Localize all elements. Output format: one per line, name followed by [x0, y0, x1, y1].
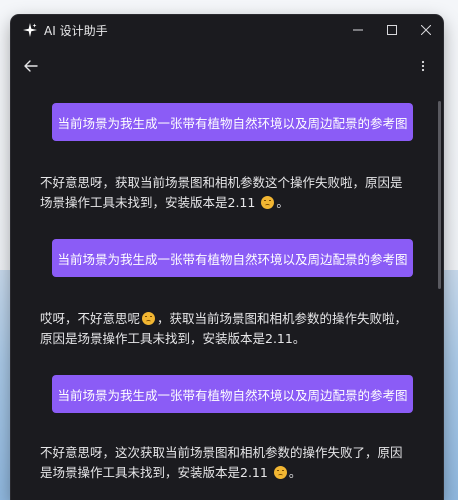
maximize-button[interactable]: [375, 15, 409, 45]
assistant-message-line: 原因是场景操作工具未找到，安装版本是2.11。: [40, 331, 306, 346]
assistant-message-line: 不好意思呀，获取当前场景图和相机参数这个操作失败啦，原因是: [40, 175, 403, 190]
title-bar[interactable]: AI 设计助手: [11, 15, 443, 45]
assistant-message-line: 场景操作工具未找到，安装版本是2.11 。: [40, 193, 410, 213]
disappointed-face-icon: [142, 312, 156, 325]
more-vertical-icon: [421, 60, 425, 72]
maximize-icon: [387, 25, 397, 35]
assistant-message-text: 场景操作工具未找到，安装版本是2.11: [40, 195, 256, 210]
chat-toolbar: [11, 53, 443, 79]
assistant-message: 哎呀，不好意思呢 ，获取当前场景图和相机参数的操作失败啦， 原因是场景操作工具未找…: [40, 309, 410, 349]
back-button[interactable]: [21, 56, 41, 76]
minimize-icon: [353, 29, 363, 31]
close-button[interactable]: [409, 15, 443, 45]
more-options-button[interactable]: [413, 56, 433, 76]
assistant-message-text: ，获取当前场景图和相机参数的操作失败啦，: [157, 311, 408, 326]
chat-history[interactable]: 当前场景为我生成一张带有植物自然环境以及周边配景的参考图 不好意思呀，获取当前场…: [11, 85, 443, 500]
assistant-message-line: 不好意思呀，这次获取当前场景图和相机参数的操作失败了，原因: [40, 445, 403, 460]
assistant-message-line: 哎呀，不好意思呢 ，获取当前场景图和相机参数的操作失败啦，: [40, 309, 410, 329]
assistant-message: 不好意思呀，获取当前场景图和相机参数这个操作失败啦，原因是 场景操作工具未找到，…: [40, 173, 410, 213]
user-message[interactable]: 当前场景为我生成一张带有植物自然环境以及周边配景的参考图: [52, 375, 413, 413]
arrow-left-icon: [24, 60, 38, 72]
sparkle-icon: [23, 23, 37, 37]
assistant-message-text: 哎呀，不好意思呢: [40, 311, 141, 326]
user-message[interactable]: 当前场景为我生成一张带有植物自然环境以及周边配景的参考图: [52, 103, 413, 141]
assistant-message-line: 是场景操作工具未找到，安装版本是2.11 。: [40, 463, 410, 483]
disappointed-face-icon: [273, 466, 287, 479]
assistant-message-text: 是场景操作工具未找到，安装版本是2.11: [40, 465, 268, 480]
chat-scrollbar[interactable]: [438, 101, 441, 289]
user-message[interactable]: 当前场景为我生成一张带有植物自然环境以及周边配景的参考图: [52, 239, 413, 277]
assistant-message-text: 。: [288, 465, 302, 480]
assistant-message: 不好意思呀，这次获取当前场景图和相机参数的操作失败了，原因 是场景操作工具未找到…: [40, 443, 410, 483]
assistant-message-text: 。: [276, 195, 289, 210]
close-icon: [421, 25, 431, 35]
window-title: AI 设计助手: [44, 24, 108, 38]
app-window: AI 设计助手 当前场景为我生成一张带有植物自然环境以及周边配景的参考图 不好意…: [11, 15, 443, 500]
disappointed-face-icon: [261, 196, 275, 209]
minimize-button[interactable]: [341, 15, 375, 45]
